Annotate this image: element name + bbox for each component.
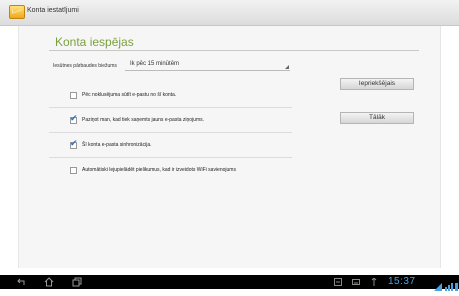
recent-apps-icon[interactable] [72, 277, 82, 287]
option-label: Automātiski lejupielādēt pielikumus, kad… [82, 167, 236, 173]
next-button[interactable]: Tālāk [340, 112, 414, 124]
wifi-battery-icon [434, 278, 458, 291]
checkbox-default-account[interactable] [70, 92, 77, 99]
window-title: Konta iestatījumi [27, 7, 79, 14]
home-icon[interactable] [44, 277, 54, 287]
email-settings-icon [9, 5, 25, 19]
screenshot-icon [334, 278, 342, 286]
option-default-account[interactable]: Pēc noklusējuma sūtīt e-pastu no šī kont… [49, 86, 292, 108]
option-auto-download-attachments[interactable]: Automātiski lejupielādēt pielikumus, kad… [49, 161, 292, 183]
title-divider [49, 50, 419, 51]
check-interval-select[interactable]: Ik pēc 15 minūtēm [125, 59, 290, 71]
check-interval-value: Ik pēc 15 minūtēm [130, 61, 180, 67]
system-bar: 15:37 [0, 275, 459, 291]
option-label: Pēc noklusējuma sūtīt e-pastu no šī kont… [82, 92, 177, 98]
page-title: Konta iespējas [55, 35, 134, 49]
option-label: Paziņot man, kad tiek saņemts jauns e-pa… [82, 117, 205, 123]
usb-icon [370, 278, 378, 286]
checkbox-notify-new-mail[interactable]: ✔ [70, 113, 78, 124]
title-bar: Konta iestatījumi [0, 0, 459, 26]
keyboard-icon [352, 278, 360, 286]
option-label: Šī konta e-pasta sinhronizācija. [82, 142, 152, 148]
checkbox-sync-email[interactable]: ✔ [70, 138, 78, 149]
checkmark-icon: ✔ [70, 138, 78, 148]
status-clock: 15:37 [388, 276, 416, 287]
option-notify-new-mail[interactable]: ✔ Paziņot man, kad tiek saņemts jauns e-… [49, 111, 292, 133]
checkmark-icon: ✔ [70, 113, 78, 123]
checkbox-auto-download[interactable] [70, 167, 77, 174]
dropdown-corner-icon [285, 65, 289, 69]
option-sync-email[interactable]: ✔ Šī konta e-pasta sinhronizācija. [49, 136, 292, 158]
check-interval-label: Iesūtnes pārbaudes biežums [53, 63, 117, 69]
previous-button[interactable]: Iepriekšējais [340, 78, 414, 90]
back-icon[interactable] [16, 277, 26, 287]
